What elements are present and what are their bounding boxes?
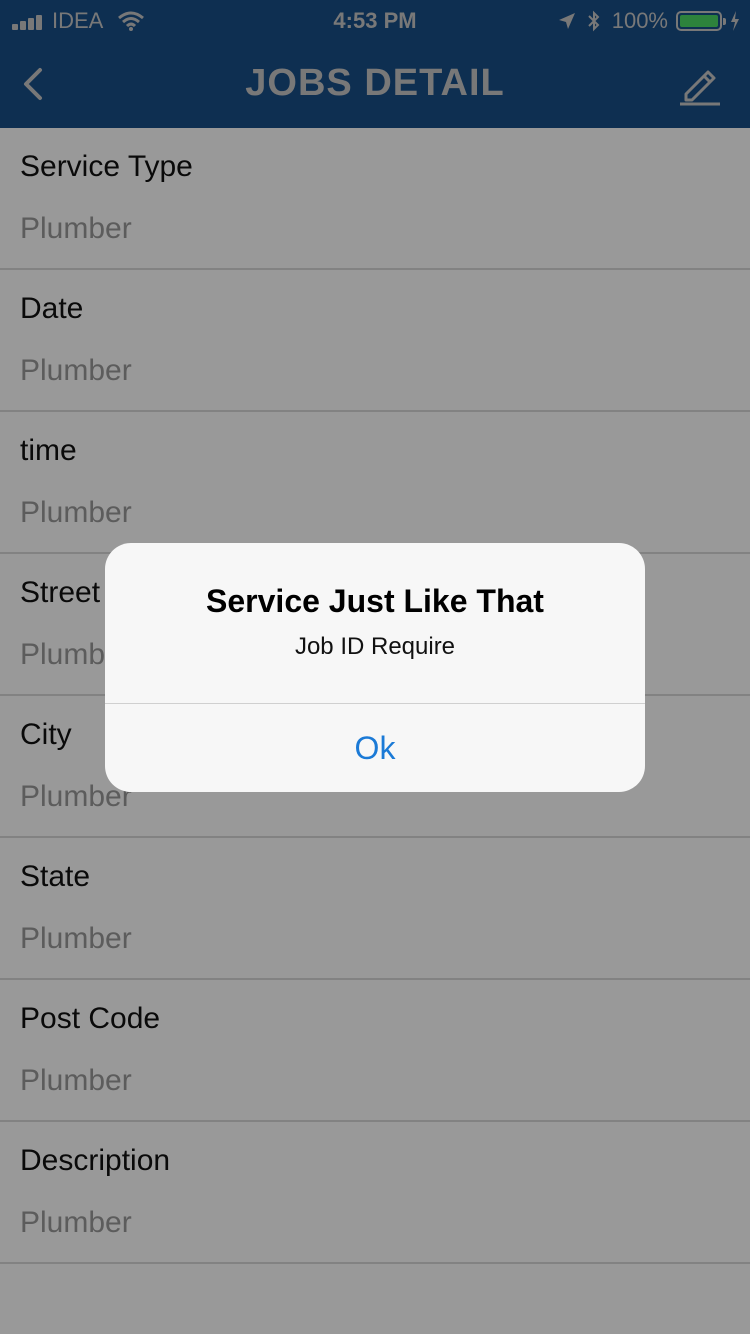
alert-message: Job ID Require (294, 633, 456, 660)
alert-title: Service Just Like That (206, 583, 544, 619)
ok-button[interactable]: Ok (105, 704, 645, 792)
alert-dialog: Service Just Like That Job ID Require Ok (105, 543, 645, 792)
